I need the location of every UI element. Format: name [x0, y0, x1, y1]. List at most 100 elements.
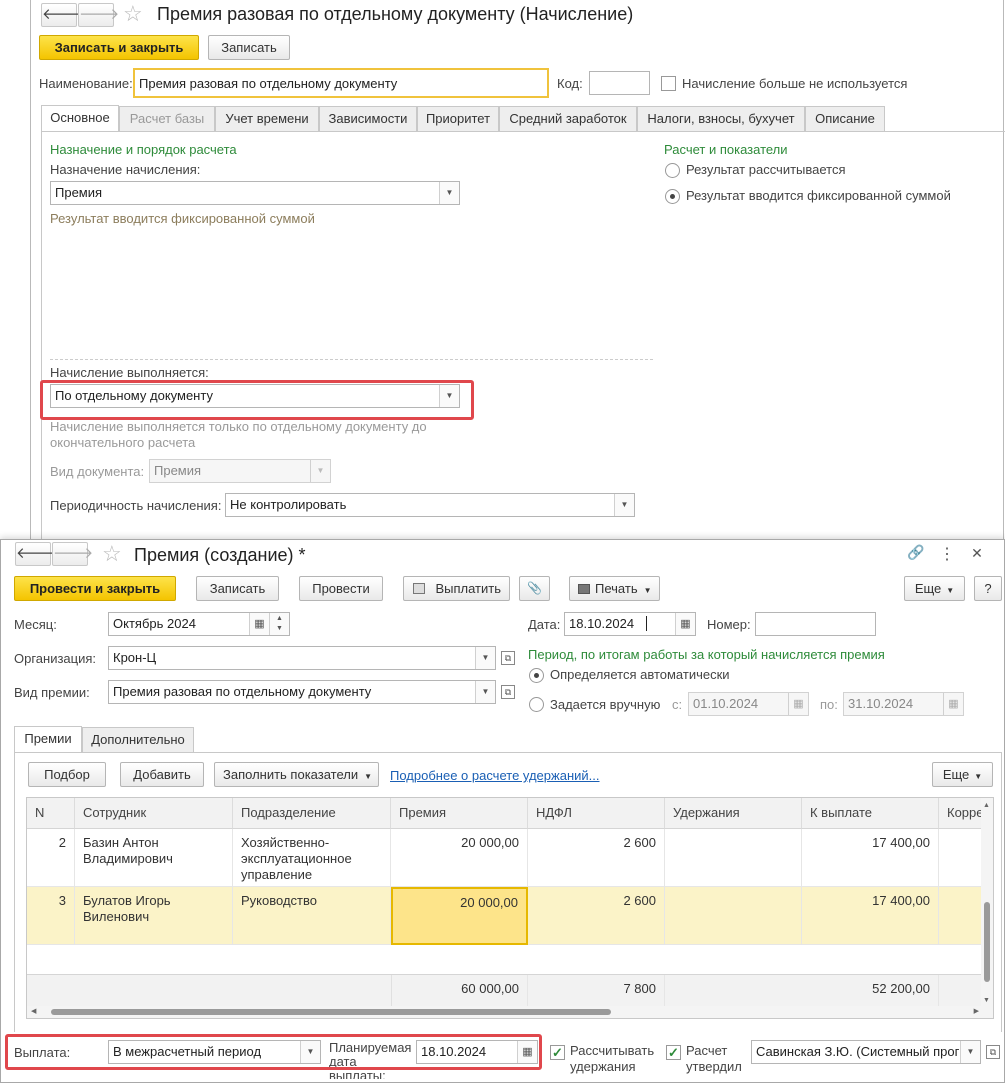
- pick-button[interactable]: Подбор: [28, 762, 106, 787]
- calc-option-fixed-radio[interactable]: [665, 189, 680, 204]
- calendar-icon[interactable]: ▦: [675, 613, 695, 635]
- executed-label: Начисление выполняется:: [50, 365, 209, 380]
- month-value: Октябрь 2024: [113, 616, 196, 631]
- bonus-type-select[interactable]: Премия разовая по отдельному документу ▼: [108, 680, 496, 704]
- column-header[interactable]: Премия: [391, 798, 528, 829]
- scroll-down-icon[interactable]: ▼: [983, 997, 990, 1004]
- close-icon[interactable]: ✕: [967, 545, 987, 562]
- pay-button[interactable]: Выплатить: [403, 576, 510, 601]
- link-icon[interactable]: 🔗: [906, 544, 926, 561]
- scroll-up-icon[interactable]: ▲: [983, 802, 990, 809]
- name-label: Наименование:: [39, 76, 133, 91]
- periodicity-select[interactable]: Не контролировать ▼: [225, 493, 635, 517]
- post-button[interactable]: Провести: [299, 576, 383, 601]
- tab-additional[interactable]: Дополнительно: [82, 727, 194, 752]
- table-row[interactable]: 3 Булатов Игорь Виленович Руководство 20…: [27, 887, 983, 945]
- tab-time-accounting[interactable]: Учет времени: [215, 106, 319, 131]
- back-button[interactable]: 🡐: [15, 542, 56, 566]
- payout-cell: 17 400,00: [802, 887, 939, 945]
- chevron-down-icon[interactable]: ▼: [614, 494, 634, 516]
- back-button[interactable]: 🡐: [41, 3, 82, 27]
- save-button[interactable]: Записать: [196, 576, 279, 601]
- more-button-label: Еще: [914, 581, 942, 596]
- save-close-button[interactable]: Записать и закрыть: [39, 35, 199, 60]
- favorite-star-icon[interactable]: ☆: [102, 543, 122, 565]
- bonus-cell: 20 000,00: [391, 829, 528, 887]
- approved-checkbox[interactable]: ✓: [666, 1045, 681, 1060]
- forward-button[interactable]: 🡒: [78, 3, 119, 27]
- column-header[interactable]: К выплате: [802, 798, 939, 829]
- favorite-star-icon[interactable]: ☆: [123, 3, 143, 25]
- chevron-down-icon[interactable]: ▼: [439, 182, 459, 204]
- open-icon[interactable]: ⧉: [501, 685, 515, 699]
- column-header[interactable]: Подразделение: [233, 798, 391, 829]
- to-label: по:: [820, 697, 838, 712]
- tab-priority[interactable]: Приоритет: [417, 106, 499, 131]
- name-input[interactable]: Премия разовая по отдельному документу: [133, 68, 549, 98]
- chevron-down-icon[interactable]: ▼: [475, 647, 495, 669]
- vertical-scrollbar[interactable]: ▲ ▼: [981, 798, 993, 1006]
- bonus-cell[interactable]: 20 000,00: [391, 887, 528, 945]
- chevron-down-icon[interactable]: ▼: [475, 681, 495, 703]
- scroll-thumb[interactable]: [51, 1009, 611, 1015]
- org-select[interactable]: Крон-Ц ▼: [108, 646, 496, 670]
- more-button[interactable]: Еще ▼: [904, 576, 965, 601]
- table-row[interactable]: 2 Базин Антон Владимирович Хозяйственно-…: [27, 829, 983, 887]
- fill-indicators-button[interactable]: Заполнить показатели ▼: [214, 762, 379, 787]
- ndfl-cell: 2 600: [528, 887, 665, 945]
- help-button[interactable]: ?: [974, 576, 1002, 601]
- calendar-icon[interactable]: ▦: [249, 613, 269, 635]
- scroll-left-icon[interactable]: ◀: [31, 1007, 36, 1015]
- department-cell: Руководство: [233, 887, 391, 945]
- date-input[interactable]: 18.10.2024 ▦: [564, 612, 696, 636]
- tab-avg-earnings[interactable]: Средний заработок: [499, 106, 637, 131]
- purpose-hint: Результат вводится фиксированной суммой: [50, 211, 315, 226]
- scroll-right-icon[interactable]: ▶: [974, 1007, 979, 1015]
- open-icon[interactable]: ⧉: [986, 1045, 1000, 1059]
- month-input[interactable]: Октябрь 2024 ▦ ▲ ▼: [108, 612, 290, 636]
- save-button[interactable]: Записать: [208, 35, 290, 60]
- scroll-thumb[interactable]: [984, 902, 990, 982]
- row-number-cell: 3: [27, 887, 75, 945]
- tab-bonuses[interactable]: Премии: [14, 726, 82, 753]
- bonus-table: N Сотрудник Подразделение Премия НДФЛ Уд…: [26, 797, 994, 1019]
- column-header[interactable]: N: [27, 798, 75, 829]
- calc-option-calculated-radio[interactable]: [665, 163, 680, 178]
- tab-description[interactable]: Описание: [805, 106, 885, 131]
- forward-button[interactable]: 🡒: [52, 542, 93, 566]
- tab-taxes[interactable]: Налоги, взносы, бухучет: [637, 106, 805, 131]
- column-header[interactable]: НДФЛ: [528, 798, 665, 829]
- add-button[interactable]: Добавить: [120, 762, 204, 787]
- number-input[interactable]: [755, 612, 876, 636]
- purpose-label: Назначение начисления:: [50, 162, 201, 177]
- code-input[interactable]: [589, 71, 650, 95]
- calc-deductions-label: Рассчитывать удержания: [570, 1043, 655, 1074]
- tab-main[interactable]: Основное: [41, 105, 119, 132]
- period-auto-radio[interactable]: [529, 668, 544, 683]
- deductions-details-link[interactable]: Подробнее о расчете удержаний...: [390, 768, 600, 783]
- post-close-button[interactable]: Провести и закрыть: [14, 576, 176, 601]
- open-icon[interactable]: ⧉: [501, 651, 515, 665]
- column-header[interactable]: Удержания: [665, 798, 802, 829]
- horizontal-scrollbar[interactable]: ◀ ▶: [27, 1006, 993, 1018]
- print-button[interactable]: Печать ▼: [569, 576, 660, 601]
- table-more-button[interactable]: Еще ▼: [932, 762, 993, 787]
- chevron-down-icon[interactable]: ▼: [960, 1041, 980, 1063]
- calc-deductions-checkbox[interactable]: ✓: [550, 1045, 565, 1060]
- attach-button[interactable]: 📎: [519, 576, 550, 601]
- department-cell: Хозяйственно-эксплуатационное управление: [233, 829, 391, 887]
- doc-type-select-value: Премия: [154, 463, 202, 478]
- column-header[interactable]: Сотрудник: [75, 798, 233, 829]
- not-used-label: Начисление больше не используется: [682, 76, 908, 91]
- month-stepper[interactable]: ▲ ▼: [269, 613, 289, 635]
- not-used-checkbox[interactable]: [661, 76, 676, 91]
- approver-select[interactable]: Савинская З.Ю. (Системный программист) ▼: [751, 1040, 981, 1064]
- payout-cell: 17 400,00: [802, 829, 939, 887]
- period-manual-radio[interactable]: [529, 697, 544, 712]
- bonus-total: 60 000,00: [391, 975, 528, 1007]
- periodicity-select-value: Не контролировать: [230, 497, 347, 512]
- purpose-select[interactable]: Премия ▼: [50, 181, 460, 205]
- more-icon[interactable]: ⋮: [937, 544, 957, 564]
- tab-dependencies[interactable]: Зависимости: [319, 106, 417, 131]
- tab-base-calc[interactable]: Расчет базы: [119, 106, 215, 131]
